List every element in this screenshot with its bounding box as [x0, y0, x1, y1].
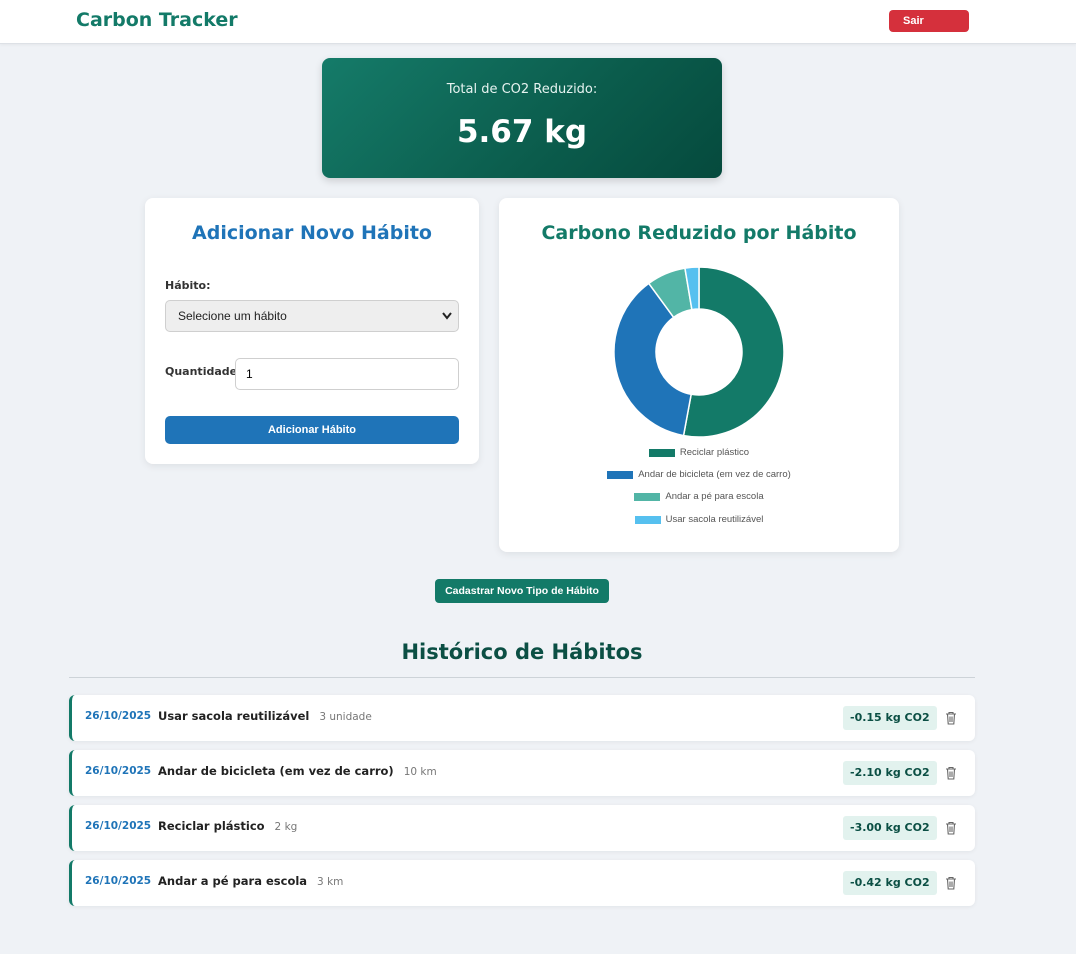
trash-icon[interactable] [945, 765, 957, 780]
register-habit-type-button[interactable]: Cadastrar Novo Tipo de Hábito [435, 579, 609, 603]
quantity-label: Quantidade: [165, 365, 242, 378]
history-habit-name: Andar a pé para escola [158, 874, 308, 888]
legend-label: Usar sacola reutilizável [665, 514, 764, 525]
legend-swatch [607, 470, 634, 479]
logout-button[interactable]: Sair [889, 10, 969, 32]
habit-label: Hábito: [165, 279, 211, 292]
history-quantity: 3 km [317, 876, 344, 888]
legend-swatch [634, 515, 661, 524]
history-habit-name: Usar sacola reutilizável [158, 709, 310, 723]
history-quantity: 2 kg [274, 821, 298, 833]
trash-icon[interactable] [945, 710, 957, 725]
history-habit: Andar a pé para escola 3 km [158, 874, 343, 888]
history-co2-badge: -3.00 kg CO2 [843, 816, 937, 840]
brand-title: Carbon Tracker [76, 9, 238, 31]
history-habit-name: Andar de bicicleta (em vez de carro) [158, 764, 394, 778]
donut-chart [613, 266, 785, 438]
legend-label: Reciclar plástico [679, 447, 750, 458]
history-date: 26/10/2025 [85, 765, 152, 777]
history-row: 26/10/2025 Usar sacola reutilizável 3 uni… [69, 695, 975, 741]
legend-item[interactable]: Andar de bicicleta (em vez de carro) [499, 469, 899, 483]
add-habit-card: Adicionar Novo Hábito Hábito: Selecione … [145, 198, 479, 464]
quantity-input[interactable] [235, 358, 459, 390]
history-title: Histórico de Hábitos [401, 640, 643, 664]
total-co2-value: 5.67 kg [456, 114, 588, 150]
history-date: 26/10/2025 [85, 820, 152, 832]
history-habit: Reciclar plástico 2 kg [158, 819, 297, 833]
chart-card: Carbono Reduzido por Hábito Reciclar plá… [499, 198, 899, 552]
chart-title: Carbono Reduzido por Hábito [541, 222, 857, 244]
history-row: 26/10/2025 Andar de bicicleta (em vez de… [69, 750, 975, 796]
history-co2-badge: -2.10 kg CO2 [843, 761, 937, 785]
legend-swatch [648, 448, 675, 457]
habit-select-value: Selecione um hábito [178, 309, 287, 323]
legend-item[interactable]: Andar a pé para escola [499, 491, 899, 505]
history-date: 26/10/2025 [85, 875, 152, 887]
add-habit-button[interactable]: Adicionar Hábito [165, 416, 459, 444]
legend-item[interactable]: Reciclar plástico [499, 447, 899, 461]
history-habit: Andar de bicicleta (em vez de carro) 10 k… [158, 764, 437, 778]
history-divider [69, 677, 975, 678]
add-habit-title: Adicionar Novo Hábito [192, 222, 432, 244]
history-habit: Usar sacola reutilizável 3 unidade [158, 709, 372, 723]
history-co2-badge: -0.42 kg CO2 [843, 871, 937, 895]
history-date: 26/10/2025 [85, 710, 152, 722]
total-co2-label: Total de CO2 Reduzido: [446, 82, 598, 97]
legend-swatch [634, 492, 661, 501]
history-habit-name: Reciclar plástico [158, 819, 265, 833]
legend-label: Andar de bicicleta (em vez de carro) [638, 469, 791, 480]
history-quantity: 10 km [403, 766, 437, 778]
legend-item[interactable]: Usar sacola reutilizável [499, 514, 899, 528]
history-co2-badge: -0.15 kg CO2 [843, 706, 937, 730]
habit-select[interactable]: Selecione um hábito [165, 300, 459, 332]
history-row: 26/10/2025 Reciclar plástico 2 kg -3.00 k… [69, 805, 975, 851]
chevron-down-icon [442, 301, 452, 343]
legend-label: Andar a pé para escola [665, 491, 764, 502]
trash-icon[interactable] [945, 820, 957, 835]
total-co2-card: Total de CO2 Reduzido: 5.67 kg [322, 58, 722, 178]
top-navbar: Carbon Tracker Sair [0, 0, 1076, 44]
trash-icon[interactable] [945, 875, 957, 890]
history-row: 26/10/2025 Andar a pé para escola 3 km -0… [69, 860, 975, 906]
history-quantity: 3 unidade [319, 711, 372, 723]
